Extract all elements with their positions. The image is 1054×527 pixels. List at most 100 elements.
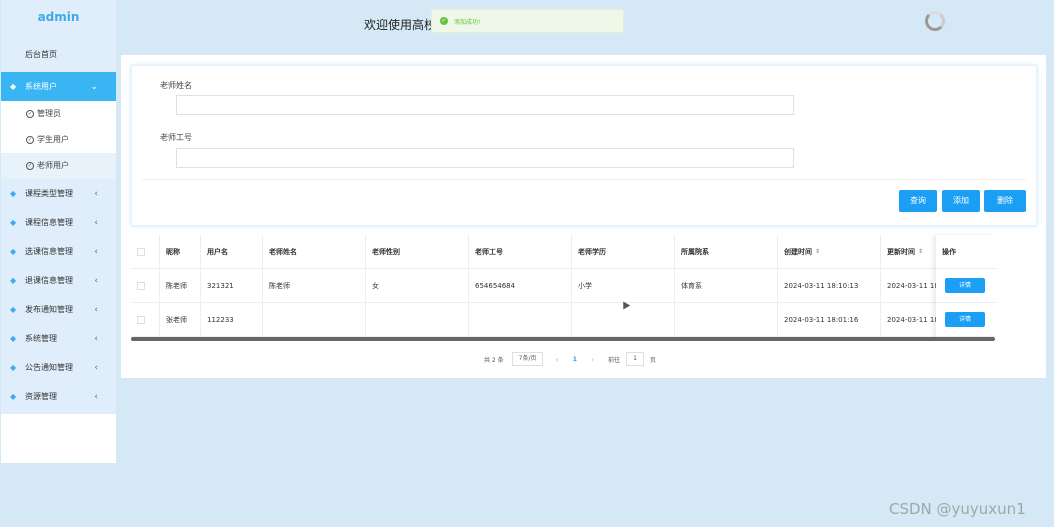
table-cell: 陈老师 [263,269,366,302]
horizontal-scrollbar[interactable] [131,337,995,341]
sidebar-group-announcement[interactable]: ◆ 公告通知管理 ‹ [1,353,116,382]
gem-icon: ◆ [10,218,17,227]
sidebar-group-label: 资源管理 [25,392,57,401]
sidebar-group-label: 退课信息管理 [25,276,73,285]
sidebar-item-label: 老师用户 [37,161,69,170]
gem-icon: ◆ [10,334,17,343]
checkbox[interactable] [137,315,145,324]
sidebar-item-student-users[interactable]: ✓ 学生用户 [1,127,116,153]
page-number[interactable]: 1 [573,356,577,363]
main-content: 老师姓名 老师工号 查询 添加 删除 昵称 用户名 老师姓名 老师性别 老师工号… [121,55,1046,378]
detail-button[interactable]: 详情 [945,278,985,293]
sort-icon[interactable]: ⇕ [815,248,820,255]
col-header: 用户名 [201,235,263,268]
prev-page-button[interactable]: ‹ [555,355,558,364]
table-row: 张老师 112233 2024-03-11 18:01:16 2024-03-1… [131,303,995,337]
sidebar-group-label: 课程信息管理 [25,218,73,227]
col-header: 老师性别 [366,235,469,268]
checkbox[interactable] [137,247,145,256]
table-cell: 654654684 [469,269,572,302]
col-header: 老师工号 [469,235,572,268]
check-circle-icon: ✓ [26,162,34,170]
detail-button[interactable]: 详情 [945,312,985,327]
chevron-left-icon: ‹ [94,304,98,315]
teacher-table: 昵称 用户名 老师姓名 老师性别 老师工号 老师学历 所属院系 创建时间 ⇕ 更新… [131,235,995,337]
search-form: 老师姓名 老师工号 查询 添加 删除 [131,65,1037,226]
gem-icon: ◆ [10,189,17,198]
add-button[interactable]: 添加 [942,190,980,212]
chevron-left-icon: ‹ [94,246,98,257]
sidebar-group-system[interactable]: ◆ 系统管理 ‹ [1,324,116,353]
sidebar-group-label: 系统管理 [25,334,57,343]
table-cell: 女 [366,269,469,302]
gem-icon: ◆ [10,276,17,285]
gem-icon: ◆ [10,392,17,401]
sort-icon[interactable]: ⇕ [918,248,923,255]
goto-input[interactable]: 1 [626,352,644,366]
col-header-operations: 操作 [936,235,996,269]
teacher-name-input[interactable] [176,95,794,115]
query-button[interactable]: 查询 [899,190,937,212]
table-cell: 321321 [201,269,263,302]
success-toast: ✓ 添加成功! [431,9,624,33]
sidebar-group-label: 课程类型管理 [25,189,73,198]
op-cell: 详情 [936,303,996,337]
sidebar-item-home[interactable]: 后台首页 [1,36,116,72]
op-cell: 详情 [936,269,996,303]
sidebar-submenu: ✓ 管理员 ✓ 学生用户 ✓ 老师用户 [1,101,116,179]
toast-message: 添加成功! [454,18,481,26]
table-header: 昵称 用户名 老师姓名 老师性别 老师工号 老师学历 所属院系 创建时间 ⇕ 更新… [131,235,995,269]
checkbox[interactable] [137,281,145,290]
next-page-button[interactable]: › [591,355,594,364]
avatar[interactable] [925,11,945,31]
table-cell: 张老师 [160,303,201,336]
chevron-left-icon: ‹ [94,217,98,228]
page-size-select[interactable]: 7条/页 [511,352,544,366]
col-header-label: 创建时间 [784,247,812,256]
col-header: 所属院系 [675,235,778,268]
table-cell: 112233 [201,303,263,336]
success-icon: ✓ [440,17,448,25]
table-cell [675,303,778,336]
table-cell [469,303,572,336]
sidebar-group-course-drop[interactable]: ◆ 退课信息管理 ‹ [1,266,116,295]
goto-label: 前往 [608,356,621,364]
table-cell: 体育系 [675,269,778,302]
sidebar-group-label: 发布通知管理 [25,305,73,314]
delete-button[interactable]: 删除 [984,190,1026,212]
sidebar-item-label: 学生用户 [37,135,69,144]
sidebar: admin 后台首页 ◆ 系统用户 ⌄ ✓ 管理员 ✓ 学生用户 ✓ 老师用户 … [1,0,116,463]
table-cell: 2024-03-11 18:01:16 [778,303,881,336]
sidebar-item-admin[interactable]: ✓ 管理员 [1,101,116,127]
gem-icon: ◆ [10,247,17,256]
select-all-checkbox-cell[interactable] [131,235,160,268]
col-header: 老师姓名 [263,235,366,268]
sidebar-group-course-info[interactable]: ◆ 课程信息管理 ‹ [1,208,116,237]
teacher-id-input[interactable] [176,148,794,168]
sidebar-group-course-select[interactable]: ◆ 选课信息管理 ‹ [1,237,116,266]
row-checkbox-cell[interactable] [131,303,160,336]
sidebar-group-resources[interactable]: ◆ 资源管理 ‹ [1,382,116,411]
gem-icon: ◆ [10,305,17,314]
table-row: 陈老师 321321 陈老师 女 654654684 小学 体育系 2024-0… [131,269,995,303]
row-checkbox-cell[interactable] [131,269,160,302]
pagination: 共 2 条 7条/页 ‹ 1 › 前往 1 页 [484,352,656,366]
chevron-left-icon: ‹ [94,362,98,373]
sidebar-item-teacher-users[interactable]: ✓ 老师用户 [1,153,116,179]
col-header: 老师学历 [572,235,675,268]
sidebar-group-course-type[interactable]: ◆ 课程类型管理 ‹ [1,179,116,208]
sidebar-group-label: 公告通知管理 [25,363,73,372]
sidebar-group-label: 系统用户 [25,82,57,91]
check-circle-icon: ✓ [26,136,34,144]
chevron-left-icon: ‹ [94,188,98,199]
sidebar-group-system-users[interactable]: ◆ 系统用户 ⌄ [1,72,116,101]
col-header-created-sortable[interactable]: 创建时间 ⇕ [778,235,881,268]
pagination-total: 共 2 条 [484,356,504,364]
teacher-name-label: 老师姓名 [160,81,192,90]
sidebar-group-notice-publish[interactable]: ◆ 发布通知管理 ‹ [1,295,116,324]
col-header-label: 更新时间 [887,247,915,256]
chevron-down-icon: ⌄ [90,81,98,92]
chevron-left-icon: ‹ [94,391,98,402]
page-title: 欢迎使用高校 [364,18,437,32]
chevron-left-icon: ‹ [94,275,98,286]
